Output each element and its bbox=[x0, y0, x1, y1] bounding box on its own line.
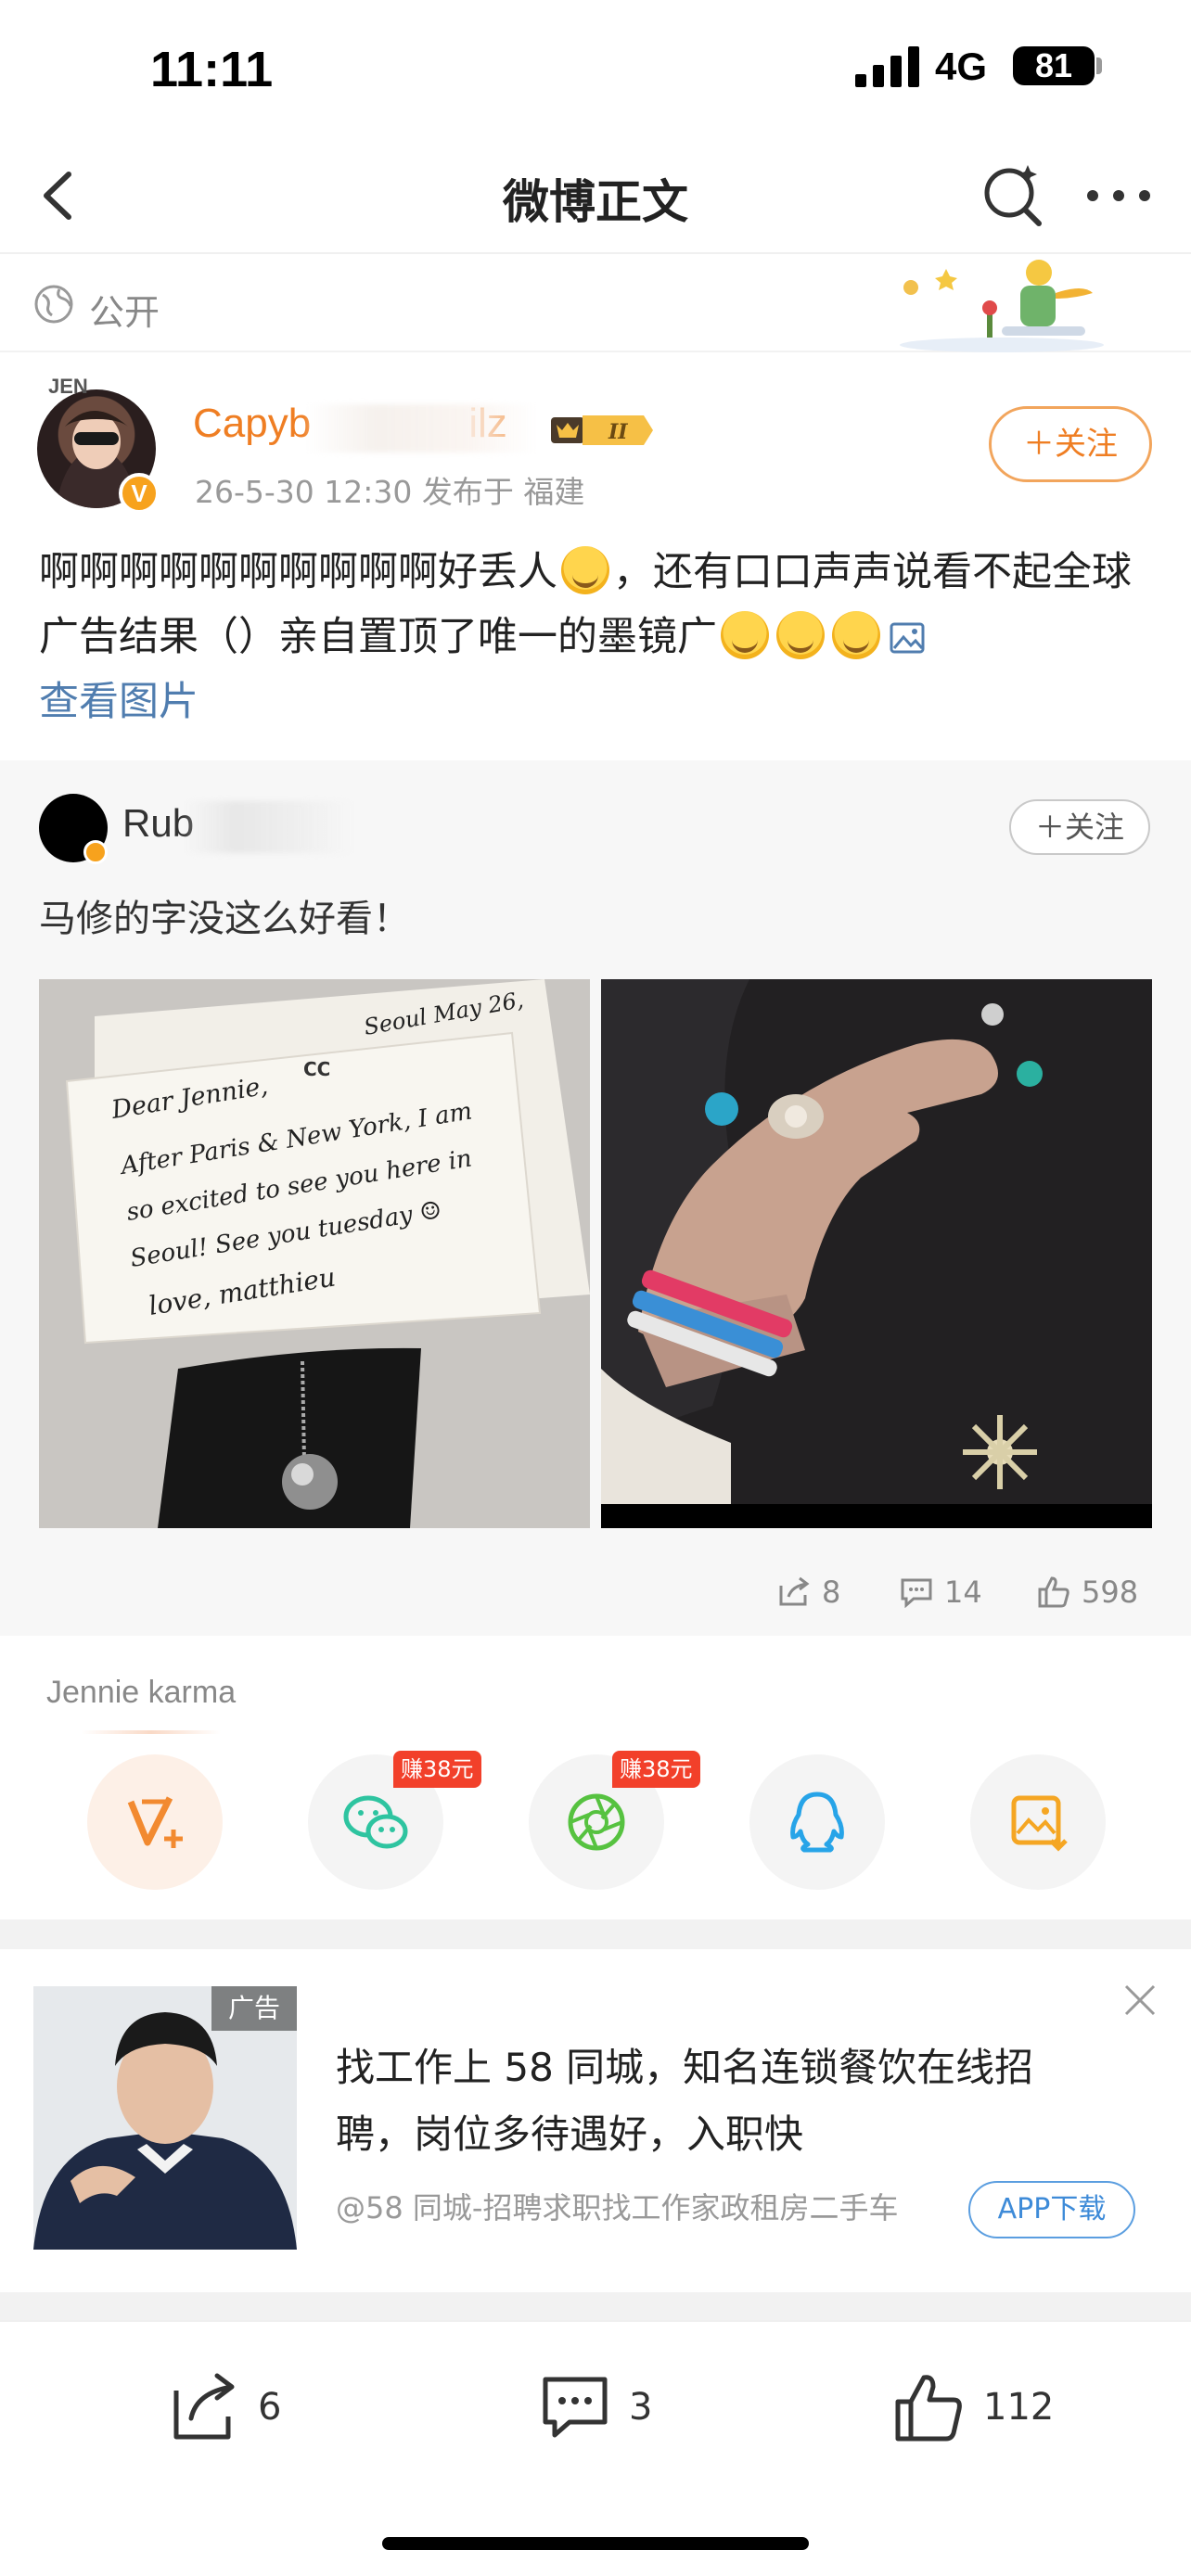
ad-download-button[interactable]: APP下载 bbox=[968, 2181, 1135, 2238]
nav-bar: 微博正文 bbox=[0, 139, 1191, 254]
ad-source[interactable]: @58 同城-招聘求职找工作家政租房二手车 bbox=[336, 2185, 898, 2227]
svg-text:CC: CC bbox=[303, 1058, 330, 1080]
post-meta: 26-5-30 12:30 发布于 福建 bbox=[195, 474, 585, 510]
share-to-weibo-button[interactable] bbox=[87, 1754, 223, 1890]
repost-verified-badge-icon bbox=[83, 840, 108, 864]
repost-stats: 8 14 598 bbox=[0, 1567, 1191, 1617]
more-icon[interactable] bbox=[1083, 172, 1154, 219]
save-image-icon bbox=[1011, 1795, 1068, 1852]
visibility-label: 公开 bbox=[89, 292, 160, 333]
share-to-qq-button[interactable] bbox=[749, 1754, 885, 1890]
weibo-vplus-icon bbox=[127, 1796, 183, 1848]
svg-text:II: II bbox=[608, 420, 628, 444]
status-time: 11:11 bbox=[150, 42, 274, 97]
crying-emoji-icon bbox=[561, 546, 609, 594]
verified-badge-icon: V bbox=[119, 473, 160, 514]
moments-aperture-icon bbox=[568, 1793, 625, 1851]
view-picture-link[interactable]: 查看图片 bbox=[39, 679, 198, 725]
share-caption: Jennie karma bbox=[46, 1675, 237, 1710]
follow-button[interactable]: ＋关注 bbox=[989, 406, 1152, 482]
repost-image-letter[interactable]: CC Seoul May 26, Dear Jennie, After Pari… bbox=[39, 979, 590, 1528]
repost-follow-button[interactable]: ＋关注 bbox=[1009, 799, 1150, 855]
like-count: 112 bbox=[983, 2386, 1055, 2429]
network-type: 4G bbox=[935, 45, 988, 88]
comment-icon bbox=[543, 2377, 608, 2438]
save-image-button[interactable] bbox=[970, 1754, 1106, 1890]
little-prince-decoration bbox=[900, 260, 1104, 352]
earn-badge: 赚38元 bbox=[393, 1751, 481, 1788]
ad-title[interactable]: 找工作上 58 同城，知名连锁餐饮在线招聘，岗位多待遇好，入职快 bbox=[336, 2034, 1106, 2168]
section-divider bbox=[0, 1919, 1191, 1949]
signal-icon bbox=[855, 46, 919, 87]
face-with-hand-emoji-icon bbox=[776, 611, 825, 659]
avatar-sticker-text: JEN bbox=[48, 375, 88, 398]
repost-count: 6 bbox=[258, 2386, 282, 2429]
face-with-hand-emoji-icon bbox=[721, 611, 769, 659]
comment-icon bbox=[901, 1578, 932, 1608]
ad-label: 广告 bbox=[211, 1986, 297, 2031]
post-body: 啊啊啊啊啊啊啊啊啊啊好丢人 ，还有口口声声说看不起全球广告结果（）亲自置顶了唯一的… bbox=[39, 540, 1161, 734]
redacted-name-blur bbox=[306, 404, 538, 453]
battery-cap bbox=[1096, 57, 1102, 74]
search-icon[interactable] bbox=[978, 159, 1048, 230]
globe-icon bbox=[34, 285, 73, 324]
status-bar: 11:11 4G 81 bbox=[0, 0, 1191, 139]
home-indicator bbox=[382, 2537, 809, 2550]
section-divider bbox=[0, 2292, 1191, 2320]
thumbs-up-icon bbox=[1038, 1576, 1069, 1608]
repost-author-name[interactable]: Rub bbox=[122, 801, 194, 846]
redacted-name-blur bbox=[186, 801, 352, 853]
battery-icon: 81 bbox=[1013, 46, 1095, 85]
earn-badge: 赚38元 bbox=[612, 1751, 700, 1788]
share-icon bbox=[779, 1576, 810, 1606]
post-text-part1: 啊啊啊啊啊啊啊啊啊啊好丢人 bbox=[39, 549, 557, 595]
caption-underline bbox=[82, 1730, 221, 1734]
repost-image-hand[interactable] bbox=[601, 979, 1152, 1528]
image-link-icon bbox=[890, 622, 925, 654]
visibility-row: 公开 bbox=[0, 256, 1191, 352]
face-with-hand-emoji-icon bbox=[832, 611, 880, 659]
share-icon bbox=[173, 2373, 235, 2440]
comment-count: 3 bbox=[629, 2386, 653, 2429]
wechat-icon bbox=[343, 1795, 408, 1849]
close-icon[interactable] bbox=[1121, 1981, 1159, 2020]
user-level-badge: II bbox=[551, 415, 653, 445]
repost-text: 马修的字没这么好看！ bbox=[39, 898, 410, 940]
thumbs-up-icon bbox=[895, 2375, 962, 2442]
qq-penguin-icon bbox=[790, 1792, 844, 1853]
